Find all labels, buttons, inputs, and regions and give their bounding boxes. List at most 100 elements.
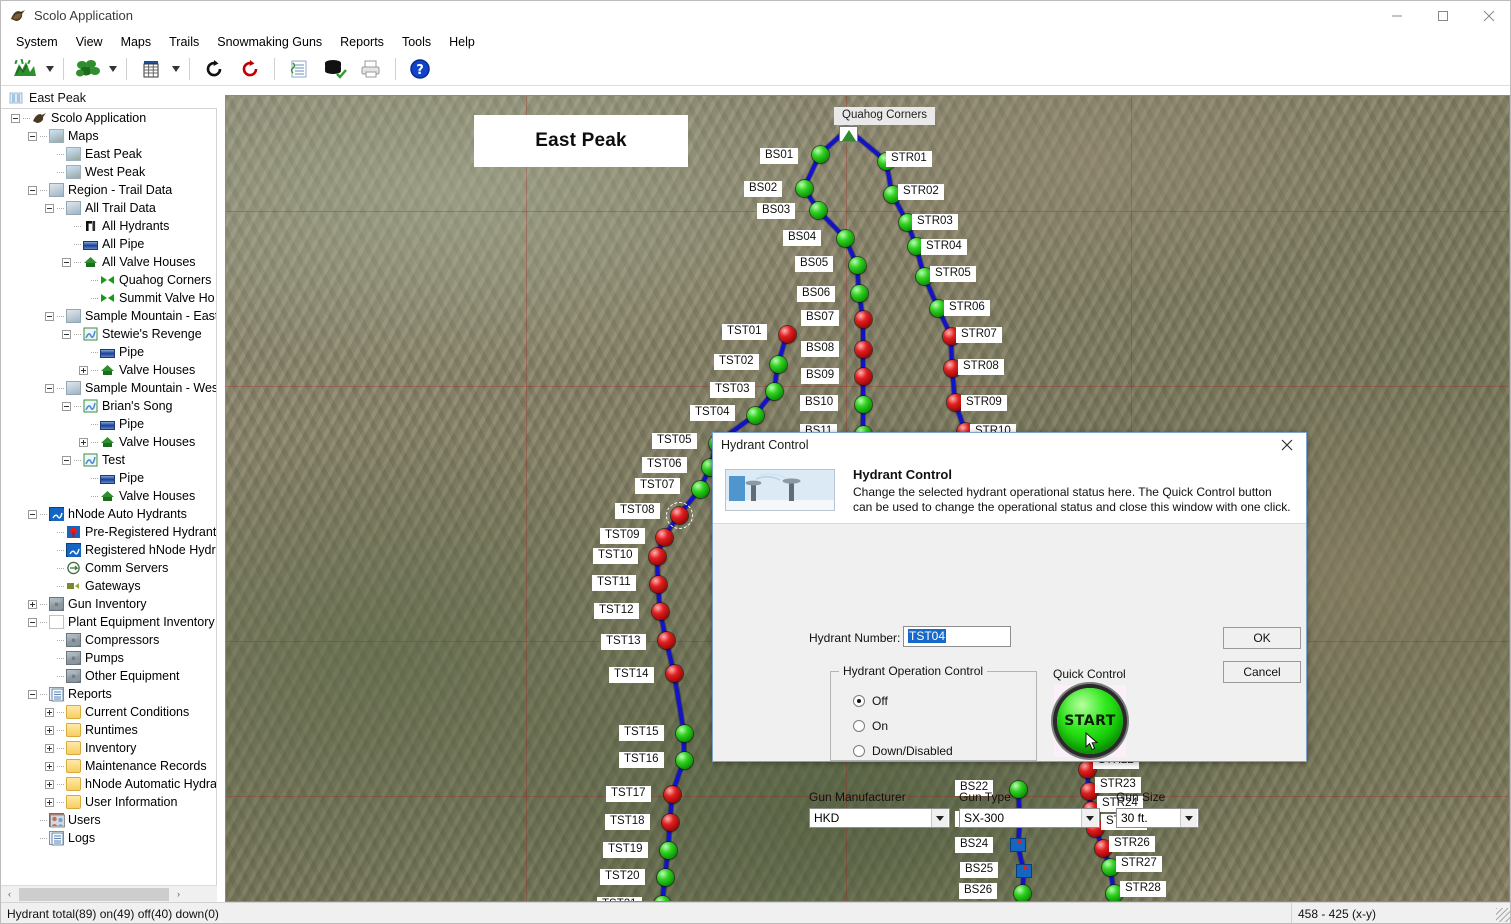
hydrant-marker[interactable] [660,842,677,859]
tree-item-valve-houses[interactable]: Valve Houses [1,433,216,451]
hydrant-label[interactable]: STR09 [961,395,1007,411]
gun-manufacturer-select[interactable]: HKD [809,808,950,828]
collapse-icon[interactable] [28,132,37,141]
gun-manufacturer-chevron-down-icon[interactable] [931,809,948,827]
hydrant-label[interactable]: TST18 [605,814,650,830]
tree-item-region-trail-data[interactable]: Region - Trail Data [1,181,216,199]
tree-item-maps[interactable]: Maps [1,127,216,145]
hydrant-label[interactable]: BS01 [760,148,798,164]
tree-item-compressors[interactable]: Compressors [1,631,216,649]
hydrant-marker[interactable] [676,752,693,769]
menu-snowmaking-guns[interactable]: Snowmaking Guns [208,32,331,52]
hydrant-label[interactable]: STR01 [886,151,932,167]
refresh-red-icon[interactable] [233,55,267,83]
hydrant-label[interactable]: BS25 [960,862,998,878]
hydrant-marker[interactable] [692,481,709,498]
tree-item-all-valve-houses[interactable]: All Valve Houses [1,253,216,271]
hydrant-label[interactable]: TST16 [619,752,664,768]
hydrant-label[interactable]: BS04 [783,230,821,246]
tree-item-scolo-application[interactable]: Scolo Application [1,109,216,127]
menu-system[interactable]: System [7,32,67,52]
refresh-black-icon[interactable] [197,55,231,83]
tree-item-all-hydrants[interactable]: All Hydrants [1,217,216,235]
tree-item-all-trail-data[interactable]: All Trail Data [1,199,216,217]
collapse-icon[interactable] [28,510,37,519]
collapse-icon[interactable] [28,690,37,699]
tree-item-maintenance-records[interactable]: Maintenance Records [1,757,216,775]
collapse-icon[interactable] [11,114,20,123]
grid-table-icon[interactable] [134,55,168,83]
hydrant-label[interactable]: TST09 [600,528,645,544]
radio-off-indicator-icon[interactable] [853,695,865,707]
tree-item-runtimes[interactable]: Runtimes [1,721,216,739]
scroll-right-arrow-icon[interactable]: › [170,886,187,903]
tree-item-users[interactable]: Users [1,811,216,829]
hydrant-marker[interactable] [658,632,675,649]
hydrant-label[interactable]: STR02 [898,184,944,200]
hydrant-label[interactable]: TST15 [619,725,664,741]
hydrant-label[interactable]: TST10 [593,548,638,564]
menu-maps[interactable]: Maps [112,32,161,52]
hydrant-label[interactable]: TST04 [690,405,735,421]
minimize-button[interactable] [1374,1,1420,31]
hydrant-marker[interactable] [676,725,693,742]
menu-tools[interactable]: Tools [393,32,440,52]
help-question-icon[interactable]: ? [403,55,437,83]
tree-item-reports[interactable]: Reports [1,685,216,703]
hydrant-label[interactable]: STR05 [930,266,976,282]
tab-east-peak[interactable]: East Peak [29,91,86,105]
hydrant-marker[interactable] [796,180,813,197]
tree-item-east-peak[interactable]: East Peak [1,145,216,163]
expand-icon[interactable] [28,600,37,609]
tree-item-sample-mountain-wes[interactable]: Sample Mountain - Wes [1,379,216,397]
expand-icon[interactable] [45,726,54,735]
hydrant-label[interactable]: STR03 [912,214,958,230]
hydrant-marker[interactable] [662,814,679,831]
list-lines-icon[interactable] [282,55,316,83]
hydrant-marker[interactable] [666,665,683,682]
tree-item-gateways[interactable]: Gateways [1,577,216,595]
tree-item-west-peak[interactable]: West Peak [1,163,216,181]
hydrant-label[interactable]: BS26 [959,883,997,899]
tree-item-pipe[interactable]: Pipe [1,415,216,433]
collapse-icon[interactable] [28,618,37,627]
snow-guns-icon[interactable] [71,55,105,83]
radio-on-indicator-icon[interactable] [853,720,865,732]
tree-item-summit-valve-ho[interactable]: Summit Valve Ho [1,289,216,307]
radio-on[interactable]: On [853,719,888,733]
hydrant-marker[interactable] [664,786,681,803]
hydrant-label[interactable]: STR04 [921,239,967,255]
menu-view[interactable]: View [67,32,112,52]
hydrant-marker[interactable] [855,396,872,413]
dialog-close-icon[interactable] [1268,433,1306,458]
scroll-left-arrow-icon[interactable]: ‹ [1,886,18,903]
hydrant-marker[interactable] [855,341,872,358]
hydrant-label[interactable]: TST01 [722,324,767,340]
expand-icon[interactable] [79,366,88,375]
hydrant-label[interactable]: TST05 [652,433,697,449]
hydrant-label[interactable]: BS07 [801,310,839,326]
radio-down-indicator-icon[interactable] [853,745,865,757]
collapse-icon[interactable] [62,402,71,411]
tree-item-registered-hnode-hydra[interactable]: Registered hNode Hydra [1,541,216,559]
gun-type-select[interactable]: SX-300 [959,808,1100,828]
snow-guns-dropdown-chevron-down-icon[interactable] [106,55,120,83]
hydrant-label[interactable]: STR06 [944,300,990,316]
tree-item-quahog-corners[interactable]: Quahog Corners [1,271,216,289]
tree-horizontal-scrollbar[interactable]: ‹ › [1,885,217,902]
hydrant-label[interactable]: TST14 [609,667,654,683]
hydrant-label[interactable]: TST13 [601,634,646,650]
tree-item-pipe[interactable]: Pipe [1,343,216,361]
tree-item-sample-mountain-east[interactable]: Sample Mountain - East [1,307,216,325]
hydrant-label[interactable]: TST17 [606,786,651,802]
hydrant-marker[interactable] [671,507,688,524]
hydrant-label[interactable]: TST03 [710,382,755,398]
database-check-icon[interactable] [318,55,352,83]
hydrant-label[interactable]: TST02 [714,354,759,370]
hydrant-label[interactable]: TST20 [600,869,645,885]
hydrant-label[interactable]: TST11 [592,575,636,591]
hydrant-marker[interactable] [657,869,674,886]
expand-icon[interactable] [79,438,88,447]
expand-icon[interactable] [45,762,54,771]
trail-map-dropdown-chevron-down-icon[interactable] [43,55,57,83]
